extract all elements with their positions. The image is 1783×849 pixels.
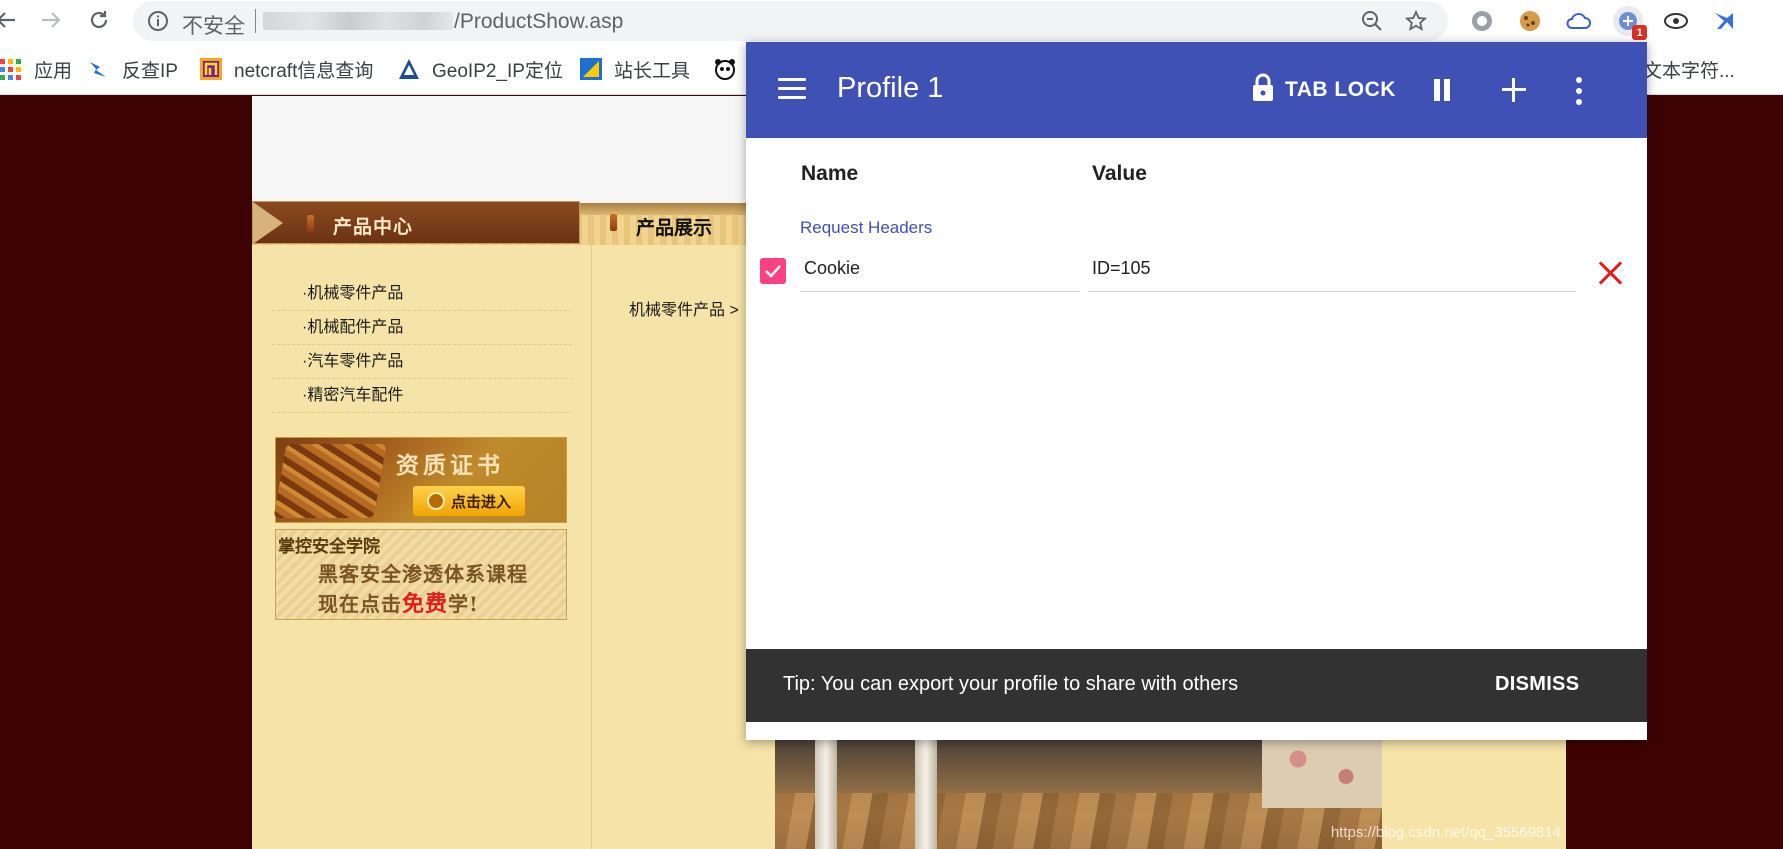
bookmark-text-chars[interactable]: 文本字符... xyxy=(1643,56,1735,82)
check-icon xyxy=(765,265,781,278)
bookmark-apps[interactable]: 应用 xyxy=(0,56,72,82)
academy-line1: 黑客安全渗透体系课程 xyxy=(318,562,528,586)
bookmark-panda[interactable] xyxy=(713,56,747,82)
add-icon[interactable] xyxy=(1502,78,1526,102)
snackbar-message: Tip: You can export your profile to shar… xyxy=(783,673,1239,695)
academy-line2-post: 学! xyxy=(448,592,479,616)
academy-ad-banner[interactable]: 掌控安全学院 黑客安全渗透体系课程 现在点击免费学! xyxy=(275,529,567,620)
geoip-icon xyxy=(398,58,420,80)
product-photo xyxy=(775,738,1382,849)
hamburger-menu-icon[interactable] xyxy=(778,78,806,100)
lock-icon xyxy=(1251,72,1275,108)
academy-line2: 现在点击免费学! xyxy=(318,586,479,618)
bar-marker-icon xyxy=(307,215,314,232)
wood-texture-image xyxy=(273,444,387,518)
delete-header-icon[interactable] xyxy=(1598,260,1624,286)
dismiss-button[interactable]: DISMISS xyxy=(1495,673,1579,696)
url-path: /ProductShow.asp xyxy=(454,10,624,33)
product-display-header: 产品展示 xyxy=(592,201,752,244)
popup-app-bar: Profile 1 TAB LOCK xyxy=(746,42,1647,138)
address-bar[interactable]: 不安全 /ProductShow.asp xyxy=(133,1,1448,41)
extension-badge: 1 xyxy=(1632,25,1647,40)
enter-button[interactable]: 点击进入 xyxy=(413,486,525,516)
product-display-title: 产品展示 xyxy=(636,218,713,239)
snackbar: Tip: You can export your profile to shar… xyxy=(746,649,1647,722)
enter-button-label: 点击进入 xyxy=(450,493,511,511)
reload-icon[interactable] xyxy=(83,4,115,36)
bird-extension-icon[interactable] xyxy=(1709,6,1739,36)
academy-title: 掌控安全学院 xyxy=(278,537,380,557)
record-extension-icon[interactable] xyxy=(1467,6,1497,36)
bird-icon xyxy=(88,58,110,80)
photo-column xyxy=(915,738,937,849)
category-link[interactable]: ·机械零件产品 xyxy=(272,277,572,311)
blurred-domain xyxy=(263,12,453,30)
section-title: Request Headers xyxy=(800,218,933,237)
triangle-arrow-icon xyxy=(253,202,283,244)
photo-column xyxy=(815,738,837,849)
header-editor-popup: Profile 1 TAB LOCK Name Value Request He… xyxy=(746,42,1647,740)
bookmark-netcraft[interactable]: netcraft信息查询 xyxy=(200,56,373,82)
certificate-title: 资质证书 xyxy=(396,452,504,478)
forward-arrow-icon[interactable] xyxy=(35,4,67,36)
bookmark-label: 文本字符... xyxy=(1643,60,1735,82)
academy-line2-pre: 现在点击 xyxy=(318,592,402,616)
netcraft-icon xyxy=(200,58,222,80)
breadcrumb[interactable]: 机械零件产品 > xyxy=(629,296,739,320)
certificate-banner[interactable]: 资质证书 点击进入 xyxy=(273,437,567,523)
cloud-extension-icon[interactable] xyxy=(1563,6,1593,36)
play-circle-icon xyxy=(426,492,445,510)
header-editor-extension-icon[interactable]: 1 xyxy=(1613,6,1647,40)
header-value-input[interactable]: ID=105 xyxy=(1088,252,1576,292)
category-link[interactable]: ·精密汽车配件 xyxy=(272,379,572,413)
category-header: 产品中心 xyxy=(252,201,580,244)
bookmark-reverse-ip[interactable]: 反查IP xyxy=(88,56,178,82)
bookmark-label: GeoIP2_IP定位 xyxy=(432,60,563,82)
category-link[interactable]: ·机械配件产品 xyxy=(272,311,572,345)
bookmark-chinaz[interactable]: 站长工具 xyxy=(580,56,690,82)
tab-lock-button[interactable]: TAB LOCK xyxy=(1251,72,1396,108)
not-secure-label: 不安全 xyxy=(182,15,245,38)
eye-extension-icon[interactable] xyxy=(1661,6,1691,36)
site-info-icon[interactable] xyxy=(147,10,169,37)
academy-free-text: 免费 xyxy=(402,591,449,617)
zoom-icon[interactable] xyxy=(1361,10,1383,37)
bookmark-label: 反查IP xyxy=(122,60,178,82)
browser-toolbar: 不安全 /ProductShow.asp 1 xyxy=(0,0,1783,42)
panda-icon xyxy=(713,58,735,80)
bookmark-label: 应用 xyxy=(34,60,73,82)
chinaz-icon xyxy=(580,58,602,80)
category-link[interactable]: ·汽车零件产品 xyxy=(272,345,572,379)
apps-grid-icon xyxy=(0,58,22,80)
cookie-extension-icon[interactable] xyxy=(1515,6,1545,36)
column-header-value: Value xyxy=(1092,162,1147,185)
photo-wallpaper xyxy=(1262,738,1382,808)
bookmark-label: 站长工具 xyxy=(614,60,691,82)
more-vert-icon[interactable] xyxy=(1576,77,1582,105)
tab-lock-label: TAB LOCK xyxy=(1285,78,1396,101)
pause-icon[interactable] xyxy=(1432,79,1452,101)
bookmark-label: netcraft信息查询 xyxy=(234,60,374,82)
header-name-input[interactable]: Cookie xyxy=(800,252,1080,292)
profile-title: Profile 1 xyxy=(837,72,944,104)
bookmark-star-icon[interactable] xyxy=(1404,9,1428,37)
category-title: 产品中心 xyxy=(333,217,414,238)
back-arrow-icon[interactable] xyxy=(0,4,22,36)
column-header-name: Name xyxy=(801,162,859,185)
bar-marker-icon xyxy=(610,214,617,231)
csdn-watermark: https://blog.csdn.net/qq_35569814 xyxy=(1330,824,1561,841)
header-enabled-checkbox[interactable] xyxy=(760,258,786,284)
url-divider xyxy=(255,9,256,33)
bookmark-geoip2[interactable]: GeoIP2_IP定位 xyxy=(398,56,563,82)
